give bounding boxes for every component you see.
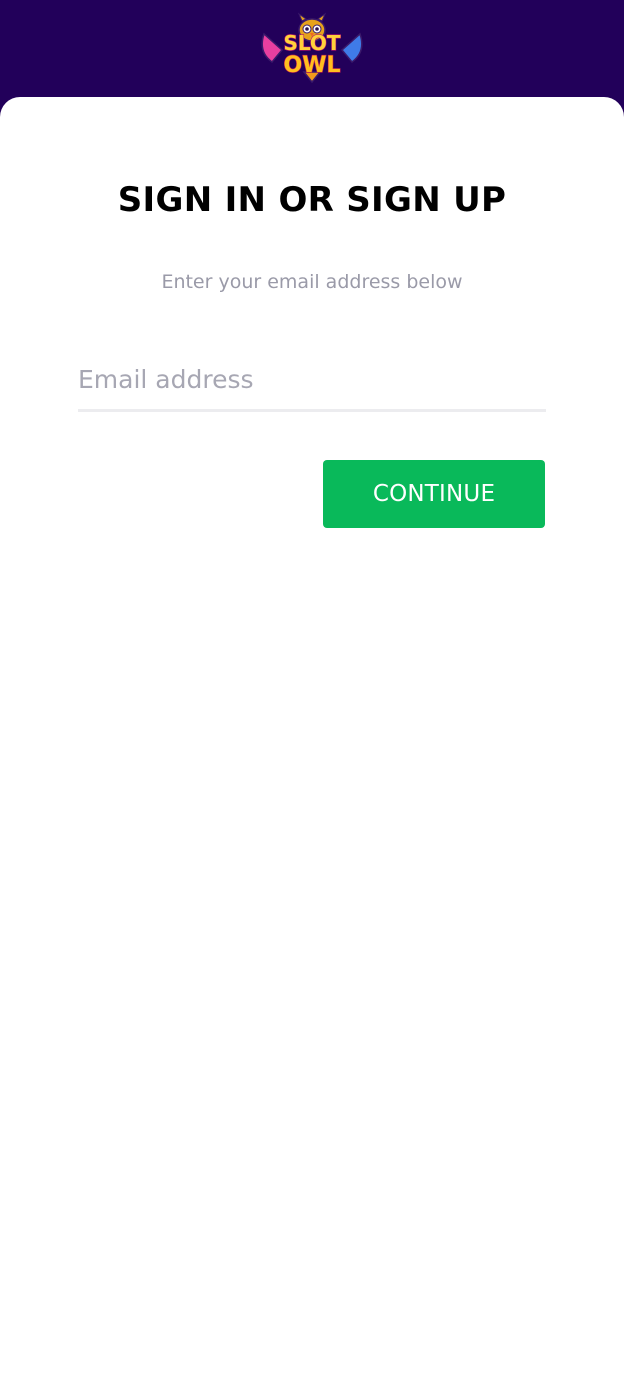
email-field[interactable] <box>78 350 546 412</box>
owl-logo-icon: SLOT OWL <box>261 12 363 84</box>
svg-text:SLOT: SLOT <box>283 31 340 55</box>
top-bar: SLOT OWL <box>0 0 624 110</box>
page-title: SIGN IN OR SIGN UP <box>117 180 507 220</box>
svg-text:OWL: OWL <box>284 53 341 78</box>
continue-button[interactable]: CONTINUE <box>323 460 545 528</box>
page-subtitle: Enter your email address below <box>161 271 463 293</box>
slot-owl-logo[interactable]: SLOT OWL <box>258 12 366 84</box>
